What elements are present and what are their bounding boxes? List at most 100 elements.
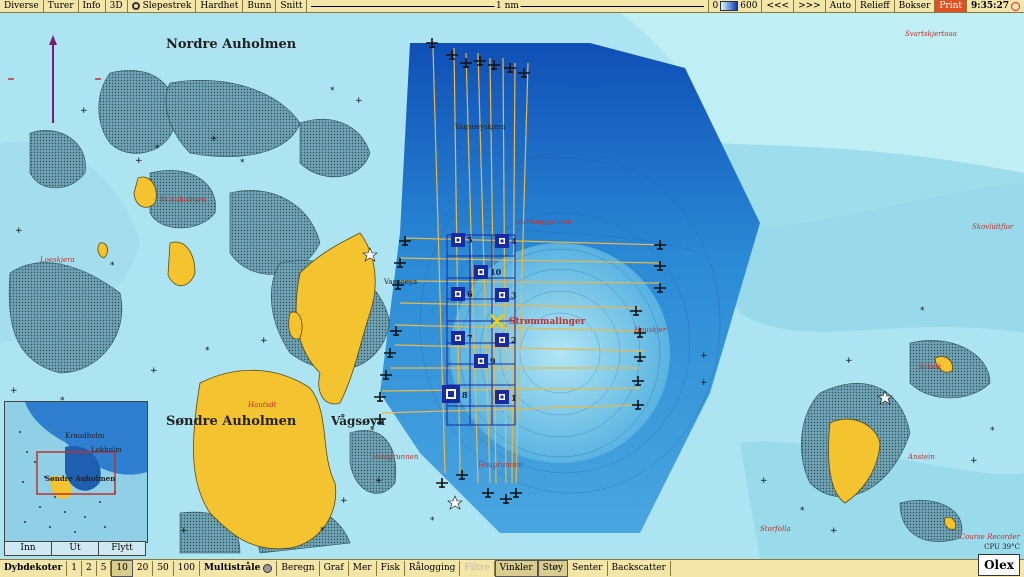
- filtre-button[interactable]: Filtre: [460, 561, 495, 576]
- svg-text:+: +: [375, 476, 383, 486]
- svg-text:+: +: [150, 366, 158, 376]
- label-storfolla: Storfolla: [760, 525, 791, 533]
- depth-option-20[interactable]: 20: [133, 561, 154, 576]
- senter-button[interactable]: Senter: [568, 561, 608, 576]
- waypoint-label-9: 9: [490, 356, 496, 366]
- label-vagsoya: Vågsøya: [331, 414, 385, 428]
- waypoint-3: [495, 288, 509, 302]
- svg-text:+: +: [970, 456, 978, 466]
- menu-slepestrek[interactable]: Slepestrek: [128, 0, 197, 12]
- ralogging-button[interactable]: Rålogging: [405, 561, 461, 576]
- map-canvas[interactable]: +*+ *+* ++* +*+ *+* ++* +*+ *++ *++ +*: [0, 13, 1024, 559]
- svg-text:+: +: [700, 378, 708, 388]
- svg-text:+: +: [700, 351, 708, 361]
- menu-turer[interactable]: Turer: [44, 0, 79, 12]
- depth-option-5[interactable]: 5: [97, 561, 112, 576]
- label-anstein: Anstein: [908, 453, 935, 461]
- minimap-zoom-out-button[interactable]: Ut: [52, 542, 99, 555]
- multistraale-label: Multistråle: [203, 563, 261, 573]
- depth-option-1[interactable]: 1: [67, 561, 82, 576]
- graf-button[interactable]: Graf: [320, 561, 349, 576]
- depth-legend[interactable]: 0 600: [707, 0, 763, 12]
- waypoint-label-6: 6: [467, 289, 473, 299]
- svg-text:+: +: [355, 96, 363, 106]
- label-skovliskjer: Skovlidtflor: [972, 223, 1014, 231]
- menu-bunn[interactable]: Bunn: [243, 0, 277, 12]
- depth-option-10[interactable]: 10: [111, 560, 133, 577]
- depth-max: 600: [740, 1, 758, 11]
- depth-min: 0: [712, 1, 719, 11]
- svg-text:*: *: [430, 516, 435, 526]
- radio-icon: [263, 564, 273, 573]
- waypoint-10: [474, 265, 488, 279]
- waypoint-label-2: 2: [511, 335, 517, 345]
- depth-option-100[interactable]: 100: [174, 561, 200, 576]
- sun-icon: [1011, 1, 1020, 11]
- top-toolbar: Diverse Turer Info 3D Slepestrek Hardhet…: [0, 0, 1024, 13]
- chart-map[interactable]: +*+ *+* ++* +*+ *+* ++* +*+ *++ *++ +* N…: [0, 13, 1024, 559]
- backscatter-button[interactable]: Backscatter: [608, 561, 671, 576]
- scale-label: 1 nm: [494, 0, 521, 12]
- label-asmoagrunnen: Asmoagrunnen: [518, 218, 572, 226]
- waypoint-9: [474, 354, 488, 368]
- menu-slepestrek-label: Slepestrek: [142, 1, 192, 11]
- minimap-canvas[interactable]: [5, 402, 147, 542]
- svg-text:+: +: [10, 386, 18, 396]
- auto-button[interactable]: Auto: [826, 0, 857, 12]
- vinkler-button[interactable]: Vinkler: [494, 560, 538, 577]
- cpu-temp: CPU 39°C: [984, 543, 1020, 551]
- depth-option-2[interactable]: 2: [82, 561, 97, 576]
- depth-option-50[interactable]: 50: [153, 561, 174, 576]
- label-vasagrunnen: Vasagrunnen: [372, 453, 419, 461]
- waypoint-label-1: 1: [511, 393, 517, 403]
- minimap-controls: Inn Ut Flytt: [4, 541, 146, 556]
- label-vagsoya-small: Vagsoeya: [384, 278, 418, 286]
- svg-text:*: *: [240, 158, 245, 168]
- waypoint-label-7: 7: [467, 333, 473, 343]
- overview-minimap[interactable]: Lokholm Søndre Auholmen Kraudholm: [4, 401, 148, 543]
- waypoint-2: [495, 333, 509, 347]
- waypoint-label-5: 5: [467, 235, 473, 245]
- label-sondre-auholmen: Søndre Auholmen: [166, 414, 297, 429]
- print-button[interactable]: Print: [935, 0, 968, 12]
- waypoint-1: [495, 390, 509, 404]
- stoy-button[interactable]: Støy: [537, 560, 568, 577]
- clock-time: 9:35:27: [971, 1, 1009, 11]
- waypoint-5: [451, 233, 465, 247]
- fisk-button[interactable]: Fisk: [377, 561, 405, 576]
- svg-text:*: *: [990, 426, 995, 436]
- menu-3d[interactable]: 3D: [106, 0, 128, 12]
- svg-text:*: *: [205, 346, 210, 356]
- course-recorder-label: Course Recorder: [959, 533, 1020, 541]
- target-icon: [131, 2, 140, 10]
- svg-text:+: +: [260, 336, 268, 346]
- svg-text:*: *: [330, 86, 335, 96]
- nav-back-button[interactable]: <<<: [762, 0, 795, 12]
- menu-hardhet[interactable]: Hardhet: [196, 0, 244, 12]
- label-strommalinger: Strømmalinger: [509, 317, 586, 327]
- waypoint-label-10: 10: [490, 267, 502, 277]
- minimap-zoom-in-button[interactable]: Inn: [5, 542, 52, 555]
- nav-forward-button[interactable]: >>>: [794, 0, 826, 12]
- clock: 9:35:27: [967, 1, 1024, 11]
- multistraale-toggle[interactable]: Multistråle: [200, 561, 278, 576]
- menu-info[interactable]: Info: [79, 0, 106, 12]
- minimap-move-button[interactable]: Flytt: [99, 542, 145, 555]
- waypoint-label-3: 3: [511, 290, 517, 300]
- beregn-button[interactable]: Beregn: [277, 561, 320, 576]
- relieff-button[interactable]: Relieff: [856, 0, 895, 12]
- waypoint-6: [451, 287, 465, 301]
- svg-text:+: +: [80, 106, 88, 116]
- svg-text:+: +: [845, 356, 853, 366]
- minimap-label-kraudholm: Kraudholm: [65, 432, 105, 440]
- mer-button[interactable]: Mer: [349, 561, 377, 576]
- menu-snitt[interactable]: Snitt: [276, 0, 308, 12]
- waypoint-4: [495, 234, 509, 248]
- menu-diverse[interactable]: Diverse: [0, 0, 44, 12]
- svg-text:+: +: [180, 526, 188, 536]
- minimap-label-sondre: Søndre Auholmen: [45, 474, 116, 483]
- bokser-button[interactable]: Bokser: [895, 0, 936, 12]
- svg-text:+: +: [210, 134, 218, 144]
- label-loeskjera: Loeskjera: [40, 256, 75, 264]
- depth-gradient: [720, 1, 739, 11]
